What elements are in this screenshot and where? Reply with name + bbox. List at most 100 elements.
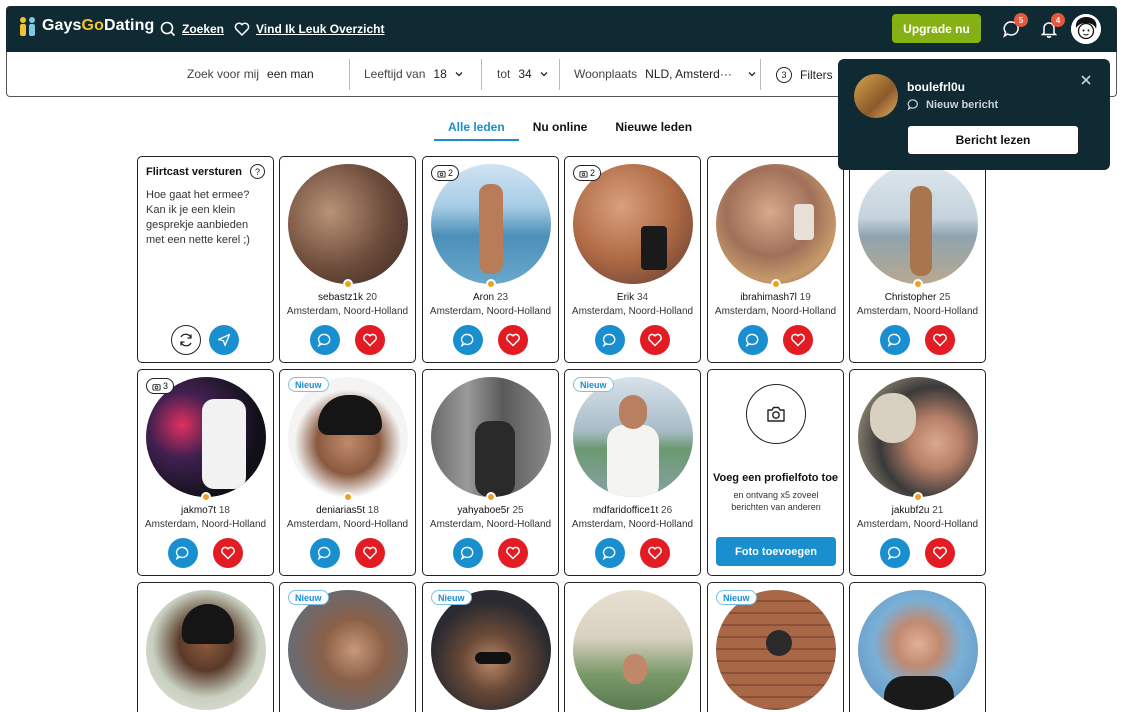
member-card[interactable]: jakubf2u 21 Amsterdam, Noord-Holland	[849, 369, 986, 576]
messages-button[interactable]: 5	[1002, 13, 1028, 39]
profile-photo[interactable]	[716, 164, 836, 284]
like-button[interactable]	[355, 538, 385, 568]
online-status-dot	[771, 279, 781, 289]
notifications-button[interactable]: 4	[1039, 13, 1065, 39]
chat-button[interactable]	[310, 538, 340, 568]
new-member-tag: Nieuw	[288, 377, 329, 392]
member-card[interactable]: Christopher 25 Amsterdam, Noord-Holland	[849, 156, 986, 363]
like-button[interactable]	[925, 538, 955, 568]
age-to-select[interactable]: tot 34	[497, 67, 548, 81]
like-button[interactable]	[640, 538, 670, 568]
member-card[interactable]: 2 Erik 34 Amsterdam, Noord-Holland	[564, 156, 701, 363]
profile-photo[interactable]	[573, 377, 693, 497]
chat-button[interactable]	[880, 325, 910, 355]
member-name: Aron	[472, 292, 495, 303]
member-card[interactable]: Nieuw mdfaridoffice1t 26 Amsterdam, Noor…	[564, 369, 701, 576]
nav-likes-link[interactable]: Vind Ik Leuk Overzicht	[234, 21, 384, 37]
chat-button[interactable]	[595, 325, 625, 355]
member-card[interactable]: yahyaboe5r 25 Amsterdam, Noord-Holland	[422, 369, 559, 576]
help-icon[interactable]: ?	[250, 164, 265, 179]
like-button[interactable]	[213, 538, 243, 568]
like-button[interactable]	[783, 325, 813, 355]
age-from-select[interactable]: Leeftijd van 18	[364, 67, 463, 81]
member-name: Erik	[616, 292, 635, 303]
user-avatar[interactable]	[1071, 14, 1101, 44]
profile-photo[interactable]	[858, 164, 978, 284]
site-logo[interactable]: GaysGoDating	[20, 16, 154, 36]
profile-photo[interactable]	[288, 164, 408, 284]
nav-search-label: Zoeken	[182, 22, 225, 36]
send-flirtcast-button[interactable]	[209, 325, 239, 355]
chat-button[interactable]	[310, 325, 340, 355]
sender-username: boulefrl0u	[907, 80, 966, 94]
profile-photo[interactable]	[431, 377, 551, 497]
new-message-notification: boulefrl0u Nieuw bericht Bericht lezen	[838, 59, 1110, 170]
chat-button[interactable]	[880, 538, 910, 568]
online-status-dot	[486, 492, 496, 502]
like-button[interactable]	[925, 325, 955, 355]
tab-all-members[interactable]: Alle leden	[434, 120, 519, 141]
member-age: 26	[661, 505, 673, 516]
close-icon[interactable]	[1080, 74, 1092, 86]
heart-icon	[791, 333, 805, 347]
chat-button[interactable]	[168, 538, 198, 568]
member-card[interactable]: 2 Aron 23 Amsterdam, Noord-Holland	[422, 156, 559, 363]
like-button[interactable]	[498, 325, 528, 355]
member-card[interactable]: Nieuw	[707, 582, 844, 712]
like-button[interactable]	[640, 325, 670, 355]
chat-button[interactable]	[453, 538, 483, 568]
filters-button[interactable]: 3 Filters	[776, 67, 833, 83]
chat-button[interactable]	[453, 325, 483, 355]
profile-photo[interactable]	[431, 164, 551, 284]
member-card[interactable]	[849, 582, 986, 712]
member-card[interactable]	[564, 582, 701, 712]
profile-photo[interactable]	[288, 377, 408, 497]
member-card[interactable]: Nieuw	[279, 582, 416, 712]
member-name: Christopher	[884, 292, 937, 303]
profile-photo[interactable]	[288, 590, 408, 710]
add-photo-placeholder[interactable]	[746, 384, 806, 444]
looking-for-select[interactable]: Zoek voor mij een man	[187, 67, 314, 81]
send-icon	[217, 333, 231, 347]
profile-photo[interactable]	[573, 590, 693, 710]
refresh-message-button[interactable]	[171, 325, 201, 355]
upgrade-button[interactable]: Upgrade nu	[892, 14, 981, 43]
member-card[interactable]: ibrahimash7l 19 Amsterdam, Noord-Holland	[707, 156, 844, 363]
member-card[interactable]	[137, 582, 274, 712]
profile-photo[interactable]	[146, 377, 266, 497]
nav-search-link[interactable]: Zoeken	[160, 21, 224, 37]
member-card[interactable]: sebastz1k 20 Amsterdam, Noord-Holland	[279, 156, 416, 363]
profile-photo[interactable]	[716, 590, 836, 710]
profile-photo[interactable]	[146, 590, 266, 710]
notification-subtitle: Nieuw bericht	[926, 98, 999, 111]
chat-button[interactable]	[595, 538, 625, 568]
like-button[interactable]	[355, 325, 385, 355]
profile-photo[interactable]	[858, 377, 978, 497]
tab-new-members[interactable]: Nieuwe leden	[601, 120, 706, 141]
profile-photo[interactable]	[858, 590, 978, 710]
location-select[interactable]: Woonplaats NLD, Amsterd···	[574, 67, 756, 81]
member-age: 25	[939, 292, 951, 303]
profile-photo[interactable]	[573, 164, 693, 284]
sender-avatar[interactable]	[854, 74, 898, 118]
online-status-dot	[913, 492, 923, 502]
tab-online-now[interactable]: Nu online	[519, 120, 602, 141]
heart-outline-icon	[234, 22, 250, 37]
member-card[interactable]: Nieuw deniarias5t 18 Amsterdam, Noord-Ho…	[279, 369, 416, 576]
member-name: jakubf2u	[891, 505, 930, 516]
like-button[interactable]	[498, 538, 528, 568]
chevron-down-icon	[540, 72, 548, 77]
messages-badge: 5	[1014, 13, 1028, 27]
profile-photo[interactable]	[431, 590, 551, 710]
member-card[interactable]: 3 jakmo7t 18 Amsterdam, Noord-Holland	[137, 369, 274, 576]
member-name: deniarias5t	[316, 505, 365, 516]
read-message-button[interactable]: Bericht lezen	[907, 125, 1079, 155]
chat-button[interactable]	[738, 325, 768, 355]
member-card[interactable]: Nieuw	[422, 582, 559, 712]
photo-count-badge: 2	[431, 165, 460, 181]
divider	[559, 59, 560, 90]
member-age: 23	[496, 292, 509, 303]
heart-icon	[363, 546, 377, 560]
add-photo-button[interactable]: Foto toevoegen	[716, 537, 836, 566]
search-icon	[160, 21, 176, 37]
